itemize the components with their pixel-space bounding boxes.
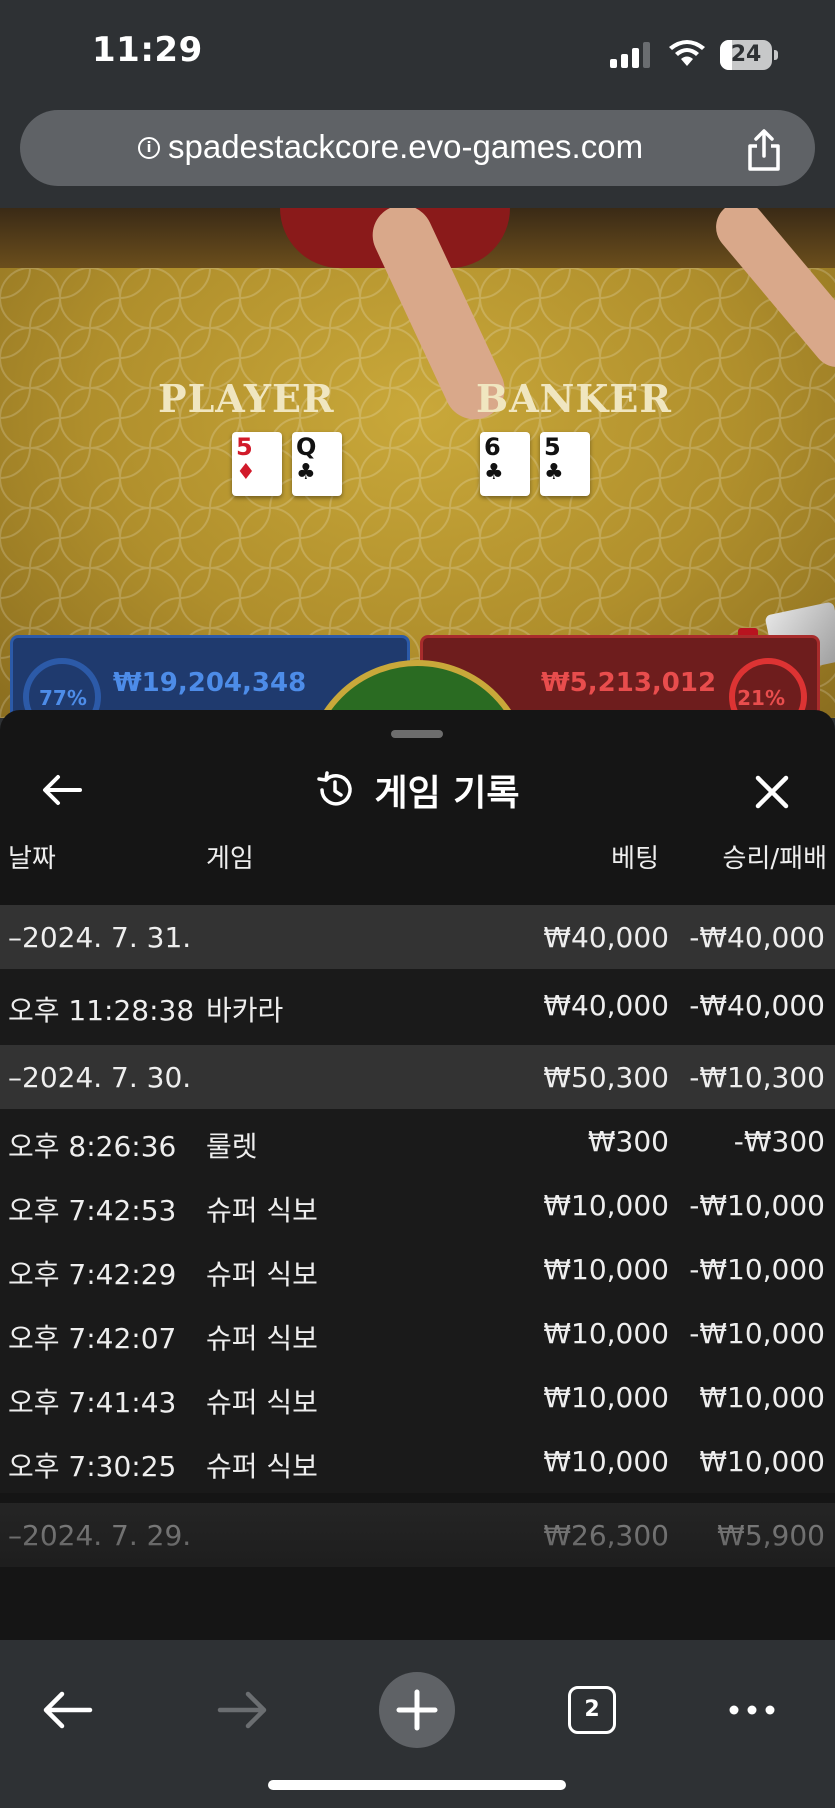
card-rank: 5 [236, 433, 253, 461]
row-win-loss: ₩10,000 [699, 1445, 825, 1478]
card-suit: ♦ [236, 460, 256, 485]
wifi-icon [669, 40, 705, 66]
close-icon[interactable] [752, 772, 792, 812]
group-date: –2024. 7. 30. [8, 1061, 192, 1094]
column-header-date: 날짜 [8, 844, 56, 874]
table-row[interactable]: 오후 7:42:07 슈퍼 식보 ₩10,000 -₩10,000 [0, 1301, 835, 1365]
info-icon[interactable]: i [138, 137, 160, 159]
card-rank: Q [296, 433, 317, 461]
group-bet: ₩40,000 [543, 921, 669, 954]
row-win-loss: ₩10,000 [699, 1381, 825, 1414]
row-time: 오후 7:42:29 [8, 1258, 177, 1291]
banker-card: 5 ♣ [540, 432, 590, 496]
tabs-count: 2 [568, 1686, 616, 1734]
row-bet: ₩40,000 [543, 989, 669, 1022]
sheet-header: 게임 기록 [0, 750, 835, 830]
card-suit: ♣ [296, 460, 316, 485]
battery-icon: 24 [720, 40, 778, 70]
arrow-right-icon[interactable] [204, 1672, 280, 1748]
column-header-game: 게임 [206, 844, 254, 874]
row-game: 슈퍼 식보 [206, 1322, 318, 1355]
player-percent: 77% [39, 686, 87, 710]
row-time: 오후 7:41:43 [8, 1386, 177, 1419]
sheet-title-text: 게임 기록 [374, 773, 520, 814]
row-win-loss: -₩10,000 [689, 1253, 825, 1286]
address-bar[interactable]: i spadestackcore.evo-games.com [20, 110, 815, 186]
table-row[interactable]: 오후 8:26:36 룰렛 ₩300 -₩300 [0, 1109, 835, 1173]
column-header-win-loss: 승리/패배 [722, 844, 827, 874]
row-time: 오후 11:28:38 [8, 994, 195, 1027]
row-game: 슈퍼 식보 [206, 1450, 318, 1483]
table-row[interactable]: 오후 7:30:25 슈퍼 식보 ₩10,000 ₩10,000 [0, 1429, 835, 1493]
tabs-button[interactable]: 2 [554, 1672, 630, 1748]
player-card: 5 ♦ [232, 432, 282, 496]
row-game: 바카라 [206, 994, 284, 1027]
card-rank: 5 [544, 433, 561, 461]
card-rank: 6 [484, 433, 501, 461]
row-win-loss: -₩10,000 [689, 1189, 825, 1222]
row-time: 오후 7:42:07 [8, 1322, 177, 1355]
row-time: 오후 7:30:25 [8, 1450, 177, 1483]
status-bar: 11:29 24 [0, 0, 835, 100]
group-bet: ₩50,300 [543, 1061, 669, 1094]
table-row[interactable]: 오후 7:42:29 슈퍼 식보 ₩10,000 -₩10,000 [0, 1237, 835, 1301]
card-suit: ♣ [544, 460, 564, 485]
banker-label: BANKER [476, 376, 672, 421]
banker-bet-total: ₩5,213,012 [541, 668, 717, 698]
plus-icon [396, 1689, 438, 1731]
date-group-row[interactable]: –2024. 7. 31. ₩40,000 -₩40,000 [0, 905, 835, 969]
group-date: –2024. 7. 29. [8, 1519, 192, 1552]
more-icon[interactable] [714, 1672, 790, 1748]
row-win-loss: -₩10,000 [689, 1317, 825, 1350]
player-card: Q ♣ [292, 432, 342, 496]
arrow-left-icon[interactable] [30, 1672, 106, 1748]
url-text[interactable]: spadestackcore.evo-games.com [168, 128, 643, 166]
history-table: –2024. 7. 31. ₩40,000 -₩40,000 오후 11:28:… [0, 905, 835, 1567]
status-time: 11:29 [92, 30, 203, 70]
sheet-grabber[interactable] [391, 730, 443, 738]
group-date: –2024. 7. 31. [8, 921, 192, 954]
row-time: 오후 7:42:53 [8, 1194, 177, 1227]
row-win-loss: -₩40,000 [689, 989, 825, 1022]
row-bet: ₩10,000 [543, 1445, 669, 1478]
player-label: PLAYER [158, 376, 335, 421]
sheet-title: 게임 기록 [0, 764, 835, 816]
row-game: 슈퍼 식보 [206, 1194, 318, 1227]
game-history-sheet: 게임 기록 날짜 게임 베팅 승리/패배 –2024. 7. 31. ₩40,0… [0, 710, 835, 1640]
row-bet: ₩300 [587, 1125, 669, 1158]
cellular-signal-icon [610, 42, 652, 68]
row-game: 룰렛 [206, 1130, 258, 1163]
table-row[interactable]: 오후 7:41:43 슈퍼 식보 ₩10,000 ₩10,000 [0, 1365, 835, 1429]
row-game: 슈퍼 식보 [206, 1258, 318, 1291]
row-bet: ₩10,000 [543, 1189, 669, 1222]
share-icon[interactable] [744, 128, 784, 172]
row-bet: ₩10,000 [543, 1381, 669, 1414]
row-game: 슈퍼 식보 [206, 1386, 318, 1419]
group-win-loss: -₩40,000 [689, 921, 825, 954]
column-header-bet: 베팅 [611, 844, 659, 874]
battery-level: 24 [730, 42, 762, 67]
row-win-loss: -₩300 [733, 1125, 825, 1158]
row-time: 오후 8:26:36 [8, 1130, 177, 1163]
group-win-loss: ₩5,900 [717, 1519, 825, 1552]
player-bet-total: ₩19,204,348 [113, 668, 307, 698]
table-row[interactable]: 오후 7:42:53 슈퍼 식보 ₩10,000 -₩10,000 [0, 1173, 835, 1237]
banker-percent: 21% [737, 686, 785, 710]
row-bet: ₩10,000 [543, 1317, 669, 1350]
table-row[interactable]: 오후 11:28:38 바카라 ₩40,000 -₩40,000 [0, 969, 835, 1045]
date-group-row[interactable]: –2024. 7. 29. ₩26,300 ₩5,900 [0, 1503, 835, 1567]
history-icon [317, 771, 353, 806]
group-bet: ₩26,300 [543, 1519, 669, 1552]
home-indicator[interactable] [268, 1780, 566, 1790]
group-win-loss: -₩10,300 [689, 1061, 825, 1094]
date-group-row[interactable]: –2024. 7. 30. ₩50,300 -₩10,300 [0, 1045, 835, 1109]
row-bet: ₩10,000 [543, 1253, 669, 1286]
banker-card: 6 ♣ [480, 432, 530, 496]
card-suit: ♣ [484, 460, 504, 485]
new-tab-button[interactable] [379, 1672, 455, 1748]
